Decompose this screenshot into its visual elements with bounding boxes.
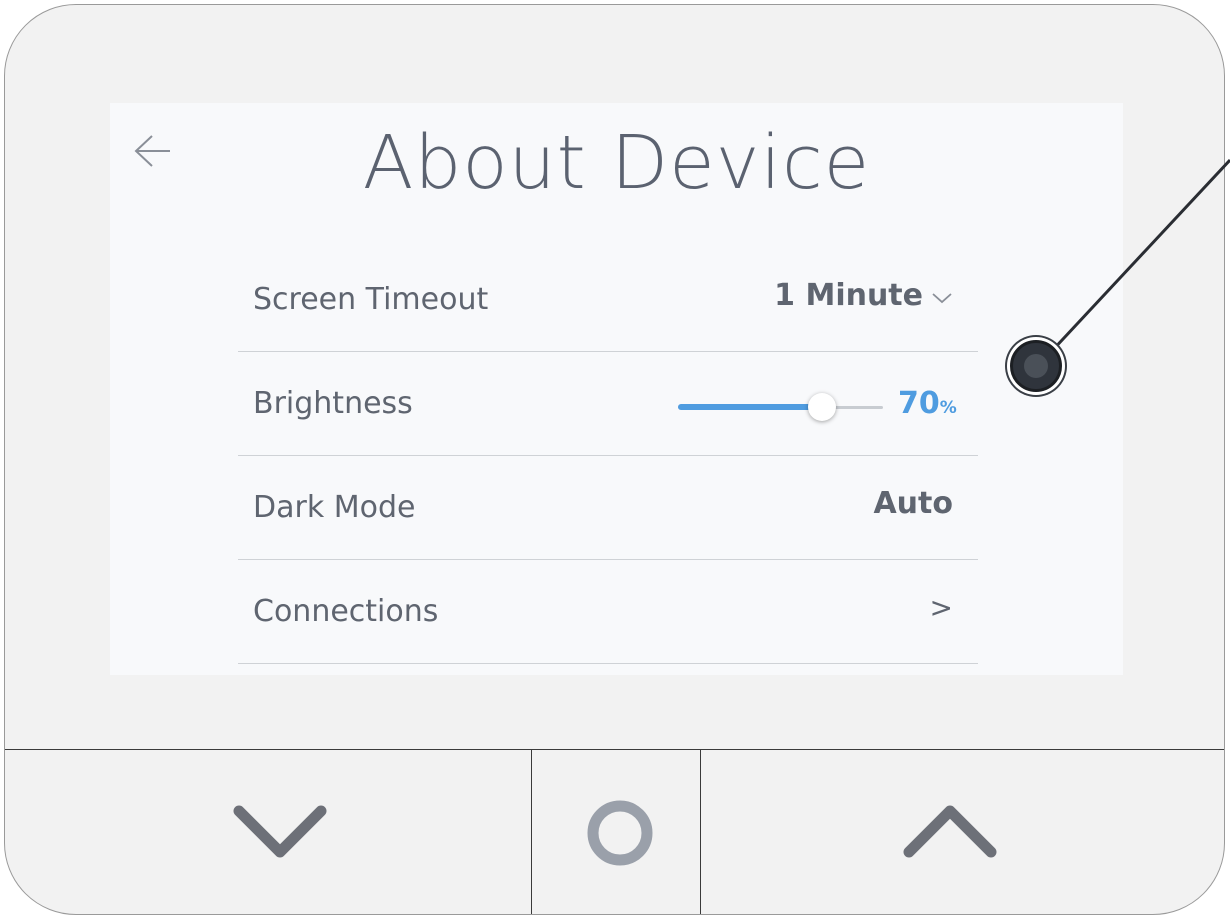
brightness-slider[interactable]: 70%	[678, 382, 968, 426]
settings-row-connections[interactable]: Connections >	[238, 560, 978, 664]
home-button[interactable]	[532, 750, 701, 914]
screen-timeout-value: 1 Minute	[774, 278, 923, 313]
device-screen: About Device Screen Timeout 1 Minute Bri…	[110, 103, 1123, 675]
circle-icon	[587, 800, 653, 866]
settings-row-screen-timeout[interactable]: Screen Timeout 1 Minute	[238, 248, 978, 352]
down-button[interactable]	[5, 750, 532, 914]
chevron-down-icon	[233, 805, 327, 858]
brightness-unit: %	[939, 398, 957, 418]
settings-list: Screen Timeout 1 Minute Brightness 70% D…	[238, 248, 978, 664]
device-frame: About Device Screen Timeout 1 Minute Bri…	[4, 4, 1225, 915]
settings-row-brightness: Brightness 70%	[238, 352, 978, 456]
brightness-label: Brightness	[253, 386, 413, 421]
connections-label: Connections	[253, 594, 439, 629]
brightness-number: 70	[898, 386, 940, 421]
brightness-value: 70%	[898, 386, 957, 426]
settings-row-dark-mode[interactable]: Dark Mode Auto	[238, 456, 978, 560]
ambient-light-sensor	[1010, 340, 1062, 392]
screen-timeout-label: Screen Timeout	[253, 282, 489, 317]
dark-mode-label: Dark Mode	[253, 490, 416, 525]
dark-mode-value[interactable]: Auto	[873, 486, 953, 522]
sensor-lens	[1024, 354, 1048, 378]
page-title: About Device	[362, 120, 871, 206]
slider-fill	[678, 404, 822, 410]
hardware-button-bar	[5, 749, 1224, 914]
chevron-down-icon	[932, 293, 952, 304]
slider-thumb[interactable]	[807, 393, 836, 421]
screen-timeout-dropdown[interactable]: 1 Minute	[774, 278, 953, 314]
up-button[interactable]	[701, 750, 1224, 914]
chevron-right-icon[interactable]: >	[930, 590, 953, 626]
chevron-up-icon	[903, 805, 997, 858]
